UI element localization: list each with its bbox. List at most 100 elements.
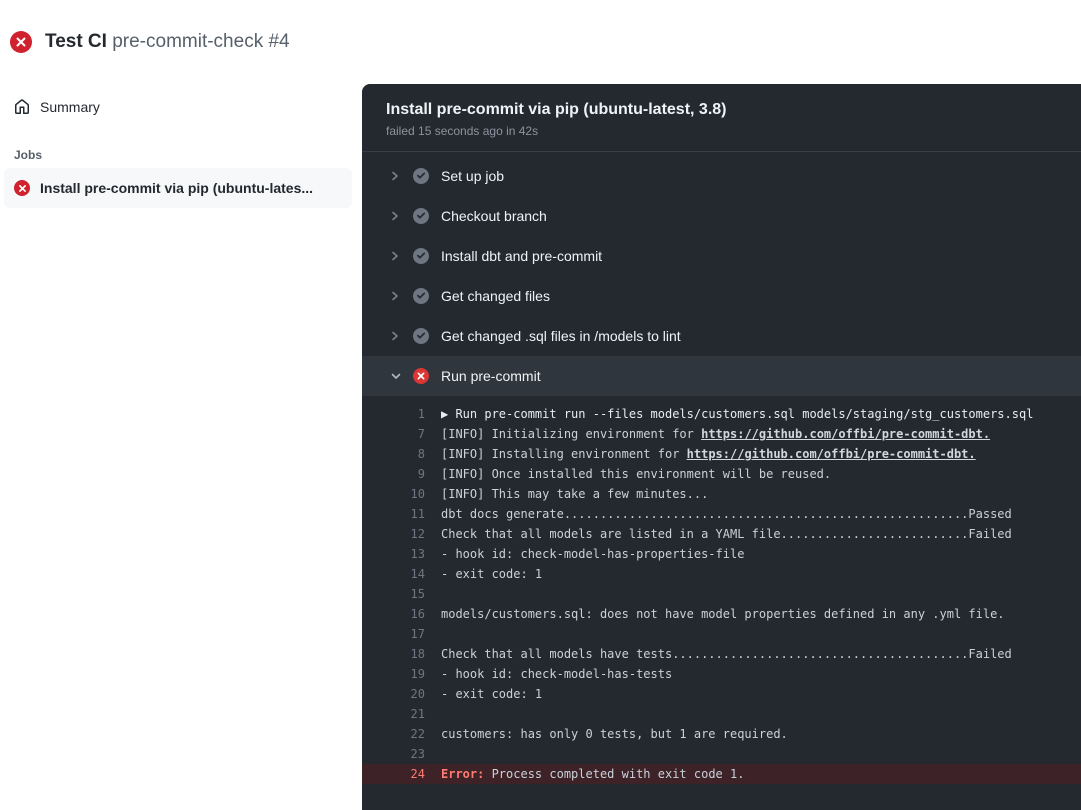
log-line-number[interactable]: 13 — [362, 544, 425, 564]
log-line-number[interactable]: 7 — [362, 424, 425, 444]
job-failed-icon — [14, 180, 30, 196]
step-row[interactable]: Install dbt and pre-commit — [362, 236, 1081, 276]
log-segment: Process completed with exit code 1. — [492, 767, 745, 781]
log-line-text: [INFO] Installing environment for https:… — [441, 444, 976, 464]
chevron-right-icon — [390, 170, 402, 182]
log-line: 23 — [362, 744, 1081, 764]
log-line-text: [INFO] Initializing environment for http… — [441, 424, 990, 444]
step-label: Get changed files — [441, 288, 550, 304]
log-line: 9[INFO] Once installed this environment … — [362, 464, 1081, 484]
log-line-number[interactable]: 23 — [362, 744, 425, 764]
step-label: Checkout branch — [441, 208, 547, 224]
log-segment: Error: — [441, 767, 492, 781]
log-line: 21 — [362, 704, 1081, 724]
log-line: 15 — [362, 584, 1081, 604]
jobs-heading: Jobs — [14, 148, 352, 162]
log-line: 1 ▶ Run pre-commit run --files models/cus… — [362, 404, 1081, 424]
log-line-number[interactable]: 14 — [362, 564, 425, 584]
log-line-number[interactable]: 10 — [362, 484, 425, 504]
log-segment: customers: has only 0 tests, but 1 are r… — [441, 727, 788, 741]
log-line-number[interactable]: 21 — [362, 704, 425, 724]
step-label: Run pre-commit — [441, 368, 541, 384]
log-line-number[interactable]: 8 — [362, 444, 425, 464]
log-line: 11 dbt docs generate.....................… — [362, 504, 1081, 524]
log-line: 14- exit code: 1 — [362, 564, 1081, 584]
job-panel-header: Install pre-commit via pip (ubuntu-lates… — [362, 84, 1081, 152]
log-line: 10 [INFO] This may take a few minutes... — [362, 484, 1081, 504]
log-line-number[interactable]: 24 — [362, 764, 425, 784]
log-link[interactable]: https://github.com/offbi/pre-commit-dbt. — [701, 427, 990, 441]
workflow-name: Test CI — [45, 31, 107, 52]
job-status-summary: failed 15 seconds ago in 42s — [386, 124, 1057, 138]
log-line-number[interactable]: 12 — [362, 524, 425, 544]
log-line-text: ▶ Run pre-commit run --files models/cust… — [441, 404, 1033, 424]
step-list: Set up job Checkout branch Install dbt and… — [362, 152, 1081, 396]
step-row[interactable]: Checkout branch — [362, 196, 1081, 236]
log-line-number[interactable]: 15 — [362, 584, 425, 604]
log-line-text: - exit code: 1 — [441, 684, 542, 704]
step-row[interactable]: Get changed .sql files in /models to lin… — [362, 316, 1081, 356]
step-label: Get changed .sql files in /models to lin… — [441, 328, 681, 344]
step-label: Set up job — [441, 168, 504, 184]
sidebar-summary-label: Summary — [40, 99, 100, 115]
chevron-right-icon — [390, 290, 402, 302]
log-line: 19 - hook id: check-model-has-tests — [362, 664, 1081, 684]
log-segment: [INFO] This may take a few minutes... — [441, 487, 708, 501]
log-line-text: models/customers.sql: does not have mode… — [441, 604, 1005, 624]
log-line-number[interactable]: 1 — [362, 404, 425, 424]
log-line-number[interactable]: 17 — [362, 624, 425, 644]
log-line-text: Check that all models have tests........… — [441, 644, 1012, 664]
log-segment: models/customers.sql: does not have mode… — [441, 607, 1005, 621]
log-segment: Check that all models have tests........… — [441, 647, 1012, 661]
job-list: Install pre-commit via pip (ubuntu-lates… — [4, 168, 352, 208]
chevron-right-icon — [390, 210, 402, 222]
page-title: Test CI pre-commit-check #4 — [45, 31, 290, 53]
log-segment: - exit code: 1 — [441, 687, 542, 701]
log-line-number[interactable]: 18 — [362, 644, 425, 664]
step-row[interactable]: Set up job — [362, 156, 1081, 196]
chevron-down-icon — [390, 370, 402, 382]
log-line: 18 Check that all models have tests......… — [362, 644, 1081, 664]
job-log-panel: Install pre-commit via pip (ubuntu-lates… — [362, 84, 1081, 810]
job-item-label: Install pre-commit via pip (ubuntu-lates… — [40, 180, 313, 196]
run-name: pre-commit-check #4 — [112, 31, 289, 52]
log-line: 20 - exit code: 1 — [362, 684, 1081, 704]
log-line-number[interactable]: 19 — [362, 664, 425, 684]
log-link[interactable]: https://github.com/offbi/pre-commit-dbt. — [687, 447, 976, 461]
step-success-icon — [413, 328, 429, 344]
log-line-error: 24 Error: Process completed with exit cod… — [362, 764, 1081, 784]
log-line-text: [INFO] This may take a few minutes... — [441, 484, 708, 504]
log-line: 8 [INFO] Installing environment for https… — [362, 444, 1081, 464]
chevron-right-icon — [390, 330, 402, 342]
log-segment: [INFO] Installing environment for — [441, 447, 687, 461]
log-line-number[interactable]: 20 — [362, 684, 425, 704]
step-success-icon — [413, 208, 429, 224]
log-line-text: - hook id: check-model-has-tests — [441, 664, 672, 684]
log-line-text: - hook id: check-model-has-properties-fi… — [441, 544, 744, 564]
step-row[interactable]: Run pre-commit — [362, 356, 1081, 396]
log-line: 16 models/customers.sql: does not have mo… — [362, 604, 1081, 624]
log-line: 17 — [362, 624, 1081, 644]
log-line: 12 Check that all models are listed in a … — [362, 524, 1081, 544]
step-label: Install dbt and pre-commit — [441, 248, 602, 264]
log-line-number[interactable]: 16 — [362, 604, 425, 624]
log-line-text: customers: has only 0 tests, but 1 are r… — [441, 724, 788, 744]
log-line: 22 customers: has only 0 tests, but 1 are… — [362, 724, 1081, 744]
step-failed-icon — [413, 368, 429, 384]
log-segment: dbt docs generate.......................… — [441, 507, 1012, 521]
log-segment: ▶ — [441, 407, 455, 421]
log-line-text: Error: Process completed with exit code … — [441, 764, 744, 784]
job-title: Install pre-commit via pip (ubuntu-lates… — [386, 101, 1057, 119]
run-header: Test CI pre-commit-check #4 — [0, 0, 1081, 84]
log-line-number[interactable]: 22 — [362, 724, 425, 744]
step-row[interactable]: Get changed files — [362, 276, 1081, 316]
log-line-number[interactable]: 11 — [362, 504, 425, 524]
log-line-number[interactable]: 9 — [362, 464, 425, 484]
home-icon — [14, 99, 30, 115]
step-success-icon — [413, 168, 429, 184]
sidebar-job-item[interactable]: Install pre-commit via pip (ubuntu-lates… — [4, 168, 352, 208]
log-segment: Check that all models are listed in a YA… — [441, 527, 1012, 541]
log-line: 7 [INFO] Initializing environment for htt… — [362, 424, 1081, 444]
sidebar-item-summary[interactable]: Summary — [4, 90, 352, 124]
log-line-text: Check that all models are listed in a YA… — [441, 524, 1012, 544]
